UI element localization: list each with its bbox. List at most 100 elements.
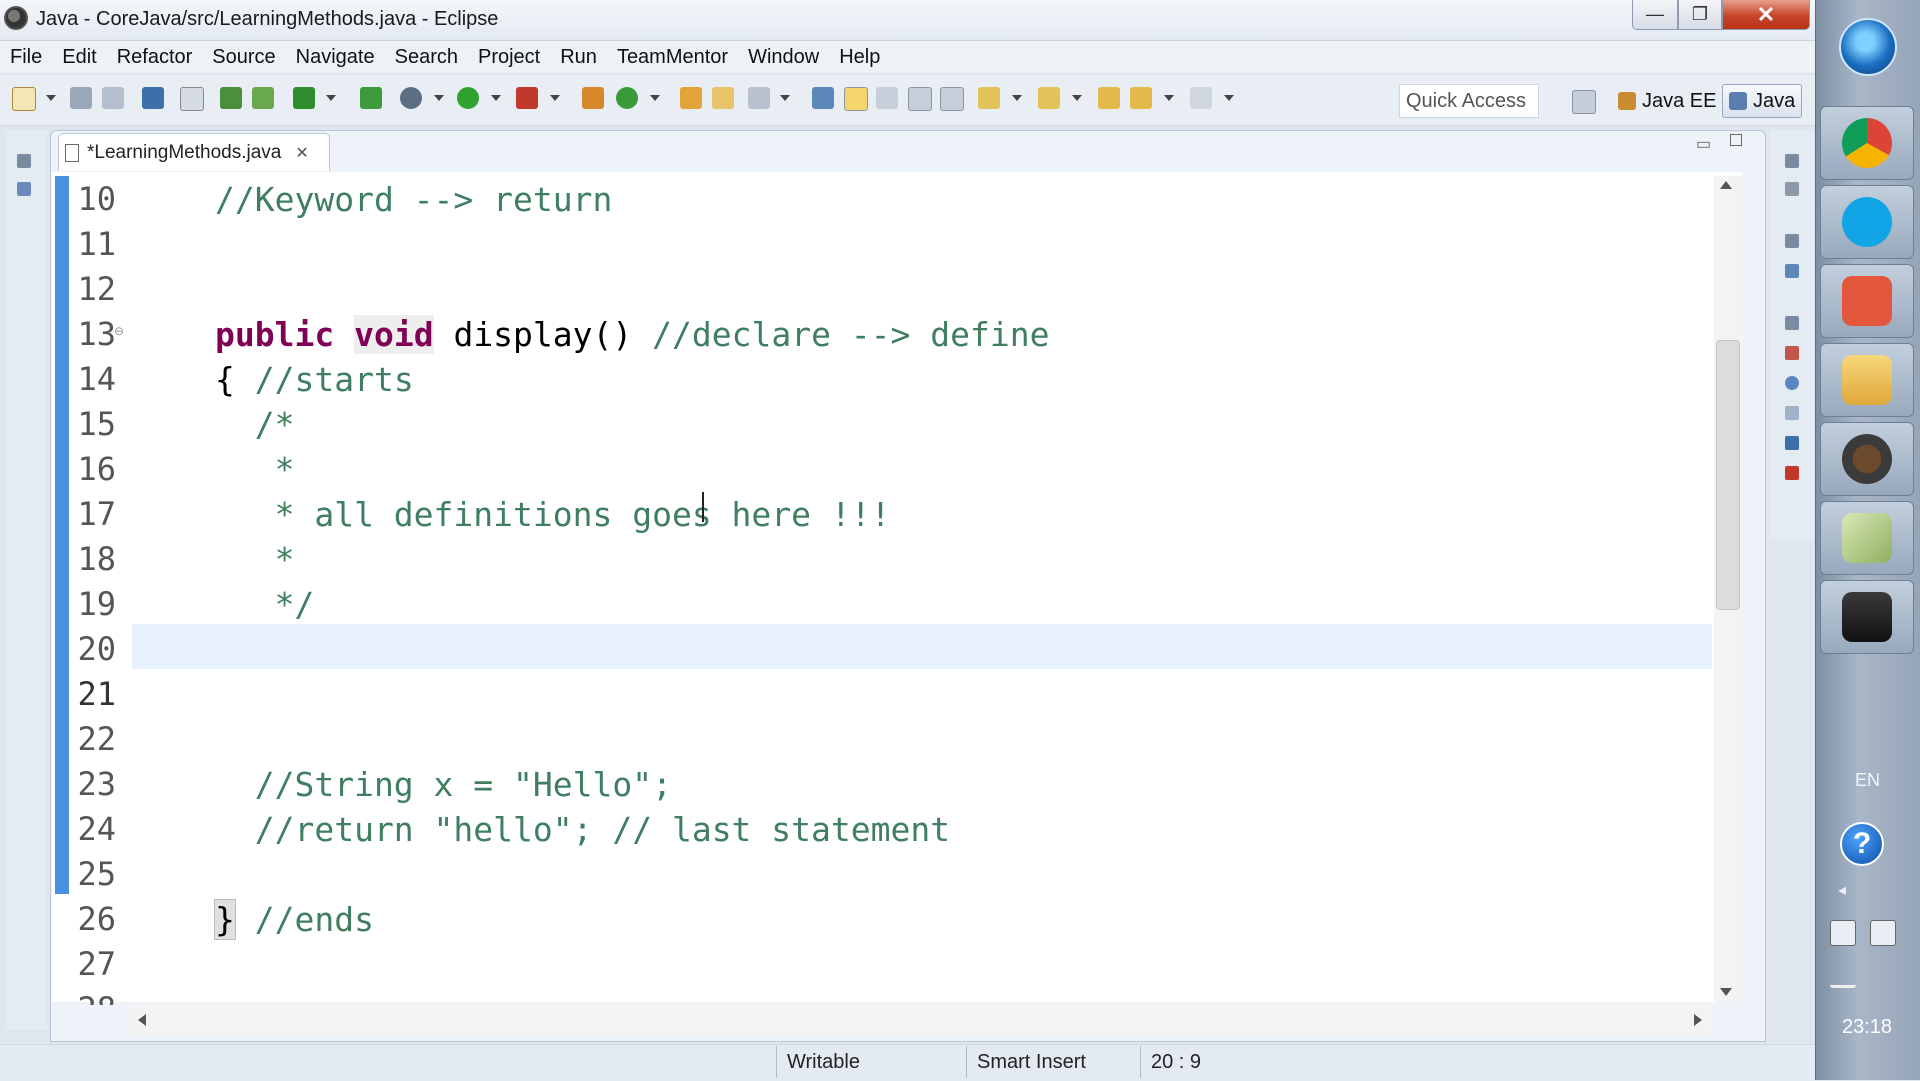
vertical-scroll-thumb[interactable] — [1716, 340, 1740, 610]
server-icon[interactable] — [220, 87, 242, 109]
markers-icon[interactable] — [1785, 346, 1799, 360]
line-number: 13 — [77, 315, 116, 353]
menu-run[interactable]: Run — [550, 46, 607, 69]
previous-annotation-dropdown-icon[interactable] — [1072, 95, 1082, 101]
back-dropdown-icon[interactable] — [1164, 95, 1174, 101]
scroll-up-arrow-icon[interactable] — [1720, 181, 1732, 189]
menu-teammentor[interactable]: TeamMentor — [607, 46, 738, 69]
open-resource-icon[interactable] — [712, 87, 734, 109]
taskbar-notes[interactable] — [1820, 501, 1914, 575]
clock[interactable]: 23:18 — [1842, 1016, 1892, 1039]
language-indicator[interactable]: EN — [1855, 770, 1880, 791]
toggle-mark-occurrences-icon[interactable] — [812, 87, 834, 109]
next-annotation-icon[interactable] — [978, 87, 1000, 109]
new-dropdown-icon[interactable] — [46, 95, 56, 101]
save-all-icon[interactable] — [102, 87, 124, 109]
open-type-icon[interactable] — [680, 87, 702, 109]
taskbar-eclipse[interactable] — [1820, 422, 1914, 496]
toggle-highlight-icon[interactable] — [844, 87, 868, 111]
java-ee-perspective-icon — [1618, 92, 1636, 110]
new-java-project-icon[interactable] — [582, 87, 604, 109]
package-explorer-icon[interactable] — [17, 182, 31, 196]
help-icon[interactable]: ? — [1840, 822, 1884, 866]
network-icon[interactable] — [1830, 962, 1856, 988]
run-icon[interactable] — [457, 87, 479, 109]
external-tools-icon[interactable] — [516, 87, 538, 109]
start-button[interactable] — [1839, 18, 1897, 76]
database-icon[interactable] — [252, 87, 274, 109]
taskbar-presentation[interactable] — [1820, 264, 1914, 338]
right-trim-bar — [1770, 130, 1814, 540]
last-edit-location-icon[interactable] — [1098, 87, 1120, 109]
run-dropdown-icon[interactable] — [491, 95, 501, 101]
minimize-button[interactable]: — — [1632, 0, 1678, 30]
teammentor-icon[interactable] — [1785, 466, 1799, 480]
block-selection-icon[interactable] — [876, 87, 898, 109]
taskbar-camera[interactable] — [1820, 580, 1914, 654]
menu-source[interactable]: Source — [202, 46, 285, 69]
editor-maximize-icon[interactable] — [1730, 134, 1742, 146]
scroll-left-arrow-icon[interactable] — [138, 1014, 146, 1026]
declaration-icon[interactable] — [1785, 406, 1799, 420]
checklist-dropdown-icon[interactable] — [326, 95, 336, 101]
previous-annotation-icon[interactable] — [1038, 87, 1060, 109]
taskbar-chrome[interactable] — [1820, 106, 1914, 180]
checklist-icon[interactable] — [293, 87, 315, 109]
line-number: 22 — [77, 720, 116, 758]
console-icon[interactable] — [142, 87, 164, 109]
power-icon[interactable] — [1870, 920, 1896, 946]
volume-icon[interactable] — [1870, 962, 1896, 988]
console-icon[interactable] — [1785, 436, 1799, 450]
menu-project[interactable]: Project — [468, 46, 550, 69]
menu-search[interactable]: Search — [385, 46, 468, 69]
restore-icon[interactable] — [1785, 154, 1799, 168]
menu-refactor[interactable]: Refactor — [107, 46, 203, 69]
search-icon[interactable] — [748, 87, 770, 109]
show-whitespace-icon[interactable] — [940, 87, 964, 111]
taskbar-skype[interactable] — [1820, 185, 1914, 259]
tray-expand-icon[interactable]: ◂ — [1838, 880, 1846, 900]
action-center-icon[interactable] — [1830, 920, 1856, 946]
perspective-java-ee[interactable]: Java EE — [1612, 84, 1722, 118]
new-package-icon[interactable] — [616, 87, 638, 109]
javadoc-icon[interactable] — [1785, 376, 1799, 390]
perspective-java[interactable]: Java — [1722, 84, 1803, 118]
taskbar-file-explorer[interactable] — [1820, 343, 1914, 417]
forward-arrow-icon[interactable] — [1190, 87, 1212, 109]
close-button[interactable]: ✕ — [1722, 0, 1810, 30]
quick-access-input[interactable]: Quick Access — [1399, 84, 1539, 118]
debug-dropdown-icon[interactable] — [434, 95, 444, 101]
tab-close-icon[interactable]: ✕ — [295, 143, 308, 163]
refresh-icon[interactable] — [360, 87, 382, 109]
menu-file[interactable]: File — [0, 46, 52, 69]
outline-icon[interactable] — [1785, 264, 1799, 278]
horizontal-scrollbar[interactable] — [132, 1004, 1712, 1036]
external-tools-dropdown-icon[interactable] — [550, 95, 560, 101]
new-class-dropdown-icon[interactable] — [650, 95, 660, 101]
debug-icon[interactable] — [400, 87, 422, 109]
save-icon[interactable] — [70, 87, 92, 109]
forward-dropdown-icon[interactable] — [1224, 95, 1234, 101]
restore-icon[interactable] — [1785, 316, 1799, 330]
menu-navigate[interactable]: Navigate — [286, 46, 385, 69]
back-arrow-icon[interactable] — [1130, 87, 1152, 109]
editor-minimize-icon[interactable]: ▭ — [1696, 134, 1711, 154]
scroll-down-arrow-icon[interactable] — [1720, 988, 1732, 996]
restore-icon[interactable] — [17, 154, 31, 168]
open-perspective-icon[interactable] — [1572, 90, 1596, 114]
word-wrap-icon[interactable] — [908, 87, 932, 111]
editor-tab[interactable]: *LearningMethods.java ✕ — [58, 133, 330, 171]
line-number: 19 — [77, 585, 116, 623]
maximize-button[interactable]: ❐ — [1678, 0, 1722, 30]
next-annotation-dropdown-icon[interactable] — [1012, 95, 1022, 101]
menu-window[interactable]: Window — [738, 46, 829, 69]
new-icon[interactable] — [12, 87, 36, 111]
scroll-right-arrow-icon[interactable] — [1694, 1014, 1702, 1026]
menu-help[interactable]: Help — [829, 46, 890, 69]
search-dropdown-icon[interactable] — [780, 95, 790, 101]
menu-edit[interactable]: Edit — [52, 46, 106, 69]
task-list-icon[interactable] — [1785, 182, 1799, 196]
fold-collapse-icon[interactable]: ⊖ — [114, 324, 124, 338]
restore-icon[interactable] — [1785, 234, 1799, 248]
pin-icon[interactable] — [180, 87, 204, 111]
